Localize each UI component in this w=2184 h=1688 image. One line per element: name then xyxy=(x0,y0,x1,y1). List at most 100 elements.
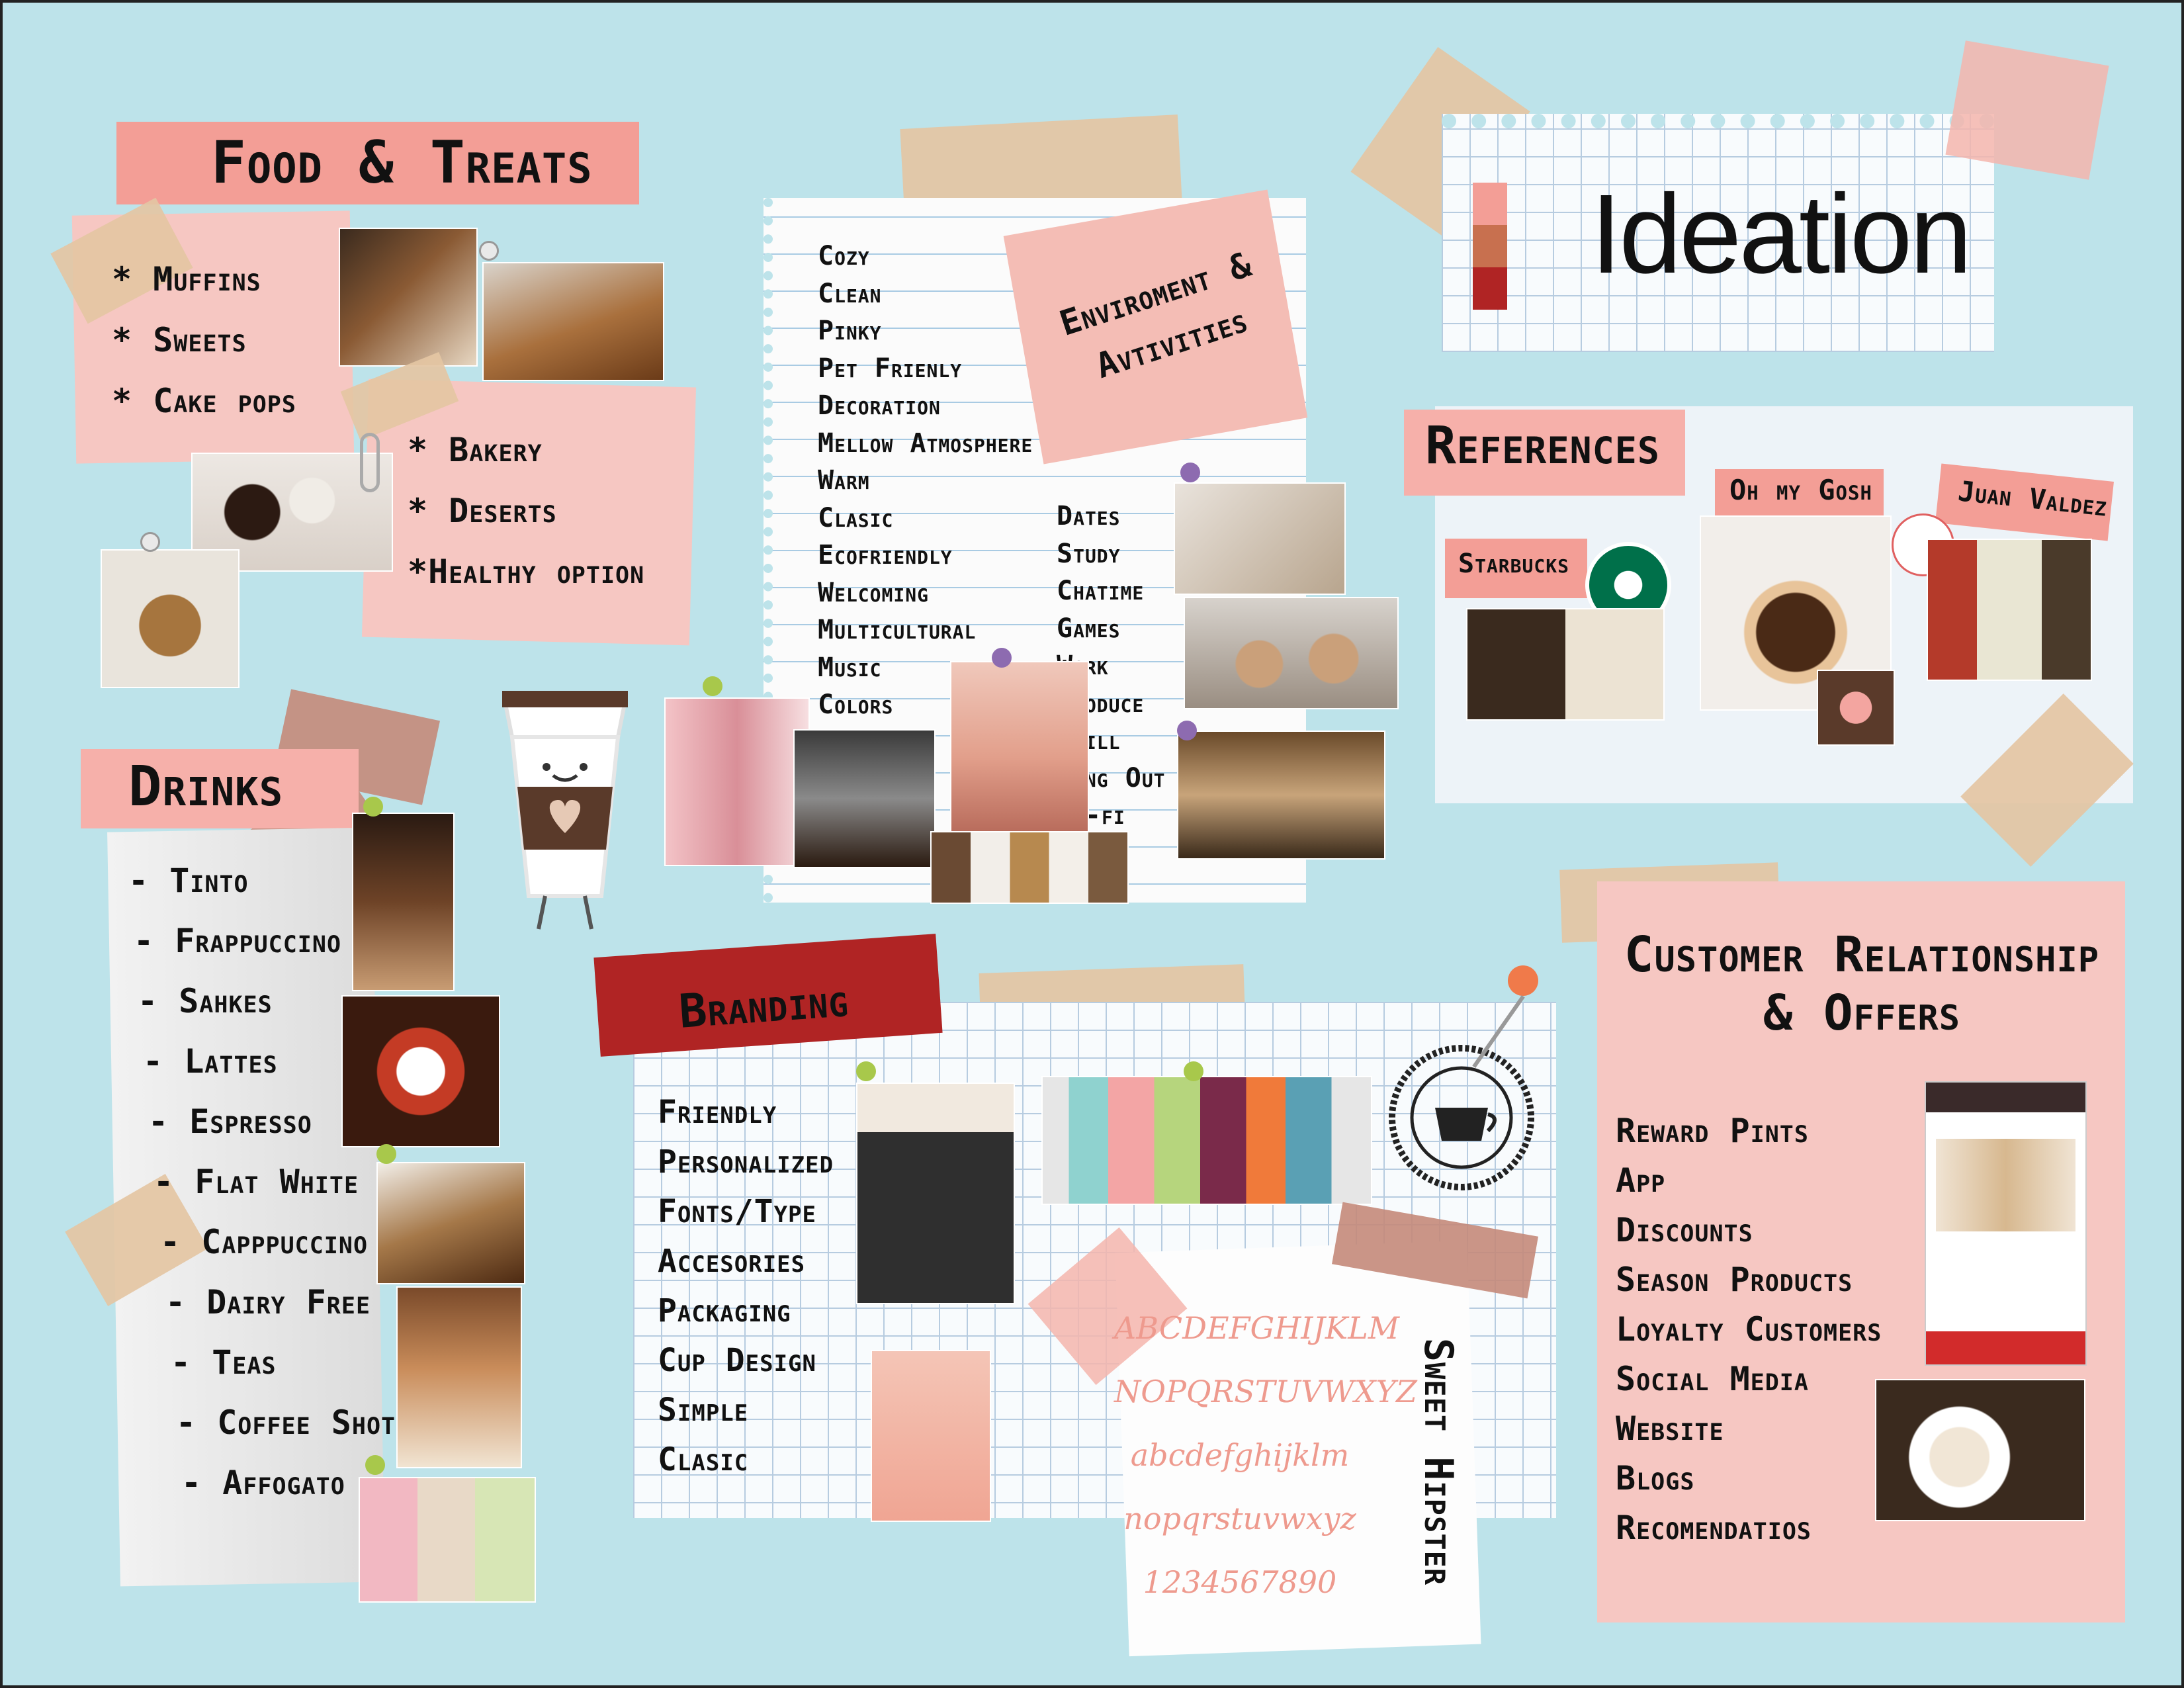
env-item: Study xyxy=(1057,538,1121,569)
branding-item: Accesories xyxy=(658,1243,806,1280)
env-item: Cozy xyxy=(818,241,870,271)
coffee-bags-photo xyxy=(1041,1076,1372,1205)
milkshakes-photo xyxy=(359,1477,536,1603)
food-item-healthy-option: *Healthy option xyxy=(408,553,645,591)
font-sample-name: Sweet Hipster xyxy=(1415,1337,1462,1586)
branding-mockup-photo xyxy=(856,1083,1015,1304)
frappuccino-photo xyxy=(352,813,455,991)
customer-title-line1: Customer Relationship xyxy=(1624,926,2100,983)
app-screenshot xyxy=(1925,1081,2087,1366)
push-pin-icon xyxy=(856,1061,876,1081)
env-item: Warm xyxy=(818,465,870,496)
customer-item: Social Media xyxy=(1616,1360,1809,1398)
env-item: Decoration xyxy=(818,390,941,421)
dogs-photo xyxy=(930,831,1129,904)
starbucks-drinks-photo xyxy=(1466,608,1665,721)
customer-item: Blogs xyxy=(1616,1459,1695,1497)
ideation-title: Ideation xyxy=(1591,171,1972,297)
ideation-swatch-2 xyxy=(1473,225,1507,267)
branding-item: Friendly xyxy=(658,1094,777,1131)
drink-item: - Coffee Shots xyxy=(176,1403,411,1442)
food-item-muffins: * Muffins xyxy=(112,260,261,298)
pink-cafe-photo xyxy=(664,697,810,866)
drink-item: - Capppuccino xyxy=(160,1223,369,1261)
drink-item: - Dairy Free xyxy=(165,1283,371,1321)
ideation-swatch-3 xyxy=(1473,267,1507,310)
app-drink-row xyxy=(1936,1139,2075,1231)
env-item: Chatime xyxy=(1057,576,1145,606)
moodboard: Food & Treats * Muffins * Sweets * Cake … xyxy=(0,0,2184,1688)
coffee-stamp-icon xyxy=(1385,1042,1538,1194)
env-item: Games xyxy=(1057,613,1121,644)
pastries-photo xyxy=(482,262,664,381)
push-pin-icon xyxy=(376,1144,396,1164)
push-pin-icon xyxy=(363,797,383,817)
healthy-snack-photo xyxy=(101,549,240,688)
branding-item: Personalized xyxy=(658,1143,834,1180)
env-item: Clean xyxy=(818,278,882,309)
coffee-cup-photo xyxy=(341,995,500,1147)
push-pin-icon xyxy=(479,241,499,261)
branding-item: Clasic xyxy=(658,1441,749,1478)
food-item-sweets: * Sweets xyxy=(112,321,247,359)
drink-item: - Flat White xyxy=(153,1163,359,1201)
drinks-title: Drinks xyxy=(128,754,284,819)
push-pin-icon xyxy=(992,648,1012,668)
font-sample-line: ABCDEFGHIJKLM xyxy=(1114,1310,1399,1346)
branding-list: Friendly Personalized Fonts/Type Accesor… xyxy=(658,1088,834,1485)
food-title: Food & Treats xyxy=(211,128,593,197)
ohmygosh-logo xyxy=(1817,670,1895,746)
cafe-interior-photo xyxy=(1177,731,1385,860)
push-pin-icon xyxy=(365,1455,385,1475)
font-sample-line: NOPQRSTUVWXYZ xyxy=(1114,1374,1417,1409)
juanvaldez-cup-photo xyxy=(1927,539,2092,681)
cake-photo xyxy=(376,1162,525,1284)
food-item-bakery: * Bakery xyxy=(408,431,543,469)
app-order-button xyxy=(1926,1331,2085,1364)
push-pin-icon xyxy=(703,676,722,696)
food-list-a: * Muffins * Sweets * Cake pops xyxy=(112,249,296,431)
env-item: Clasic xyxy=(818,502,894,533)
customer-item: Reward Pints xyxy=(1616,1112,1809,1150)
branding-item: Simple xyxy=(658,1392,749,1429)
paper-clip-icon xyxy=(360,433,380,492)
font-sample-line: nopqrstuvwxyz xyxy=(1123,1501,1356,1536)
starbucks-label: Starbucks xyxy=(1458,549,1569,579)
env-item: Pet Frienly xyxy=(818,353,963,384)
orange-pin-icon xyxy=(1508,965,1538,996)
push-pin-icon xyxy=(140,532,160,552)
ideation-swatch-1 xyxy=(1473,183,1507,225)
customer-item: Recomendatios xyxy=(1616,1509,1812,1547)
app-header-bar xyxy=(1926,1083,2085,1112)
customer-item: Season Products xyxy=(1616,1261,1853,1299)
font-sample-line: 1234567890 xyxy=(1143,1564,1337,1600)
food-item-cake-pops: * Cake pops xyxy=(112,382,296,420)
coffee-shop-photo xyxy=(793,729,936,868)
env-item: Ecofriendly xyxy=(818,540,953,570)
push-pin-icon xyxy=(1184,1061,1203,1081)
customer-title-line2: & Offers xyxy=(1763,985,1961,1042)
drink-item: - Teas xyxy=(171,1343,277,1382)
customer-item: Discounts xyxy=(1616,1211,1753,1249)
tea-photo xyxy=(396,1286,522,1468)
env-item: Mellow Atmosphere xyxy=(818,427,1033,459)
env-item: Welcoming xyxy=(818,577,929,608)
customer-item: Loyalty Customers xyxy=(1616,1310,1882,1349)
food-item-deserts: * Deserts xyxy=(408,492,557,530)
writing-photo xyxy=(1174,482,1346,595)
branding-item: Fonts/Type xyxy=(658,1193,816,1230)
env-item: Multicultural xyxy=(818,615,977,645)
cups-photo xyxy=(871,1350,991,1522)
pink-lounge-photo xyxy=(950,661,1089,836)
costa-coffee-photo xyxy=(1875,1379,2085,1521)
customer-item: Website xyxy=(1616,1409,1724,1448)
push-pin-icon xyxy=(1177,721,1197,740)
branding-item: Cup Design xyxy=(658,1342,816,1379)
food-list-b: * Bakery * Deserts *Healthy option xyxy=(408,420,644,602)
font-sample-line: abcdefghijklm xyxy=(1130,1437,1350,1473)
font-sample-lines: ABCDEFGHIJKLM NOPQRSTUVWXYZ abcdefghijkl… xyxy=(1114,1296,1417,1614)
ohmygosh-label: Oh my Gosh xyxy=(1729,474,1872,506)
customer-item: App xyxy=(1616,1161,1666,1200)
env-item: Dates xyxy=(1057,501,1121,531)
push-pin-icon xyxy=(1180,463,1200,482)
